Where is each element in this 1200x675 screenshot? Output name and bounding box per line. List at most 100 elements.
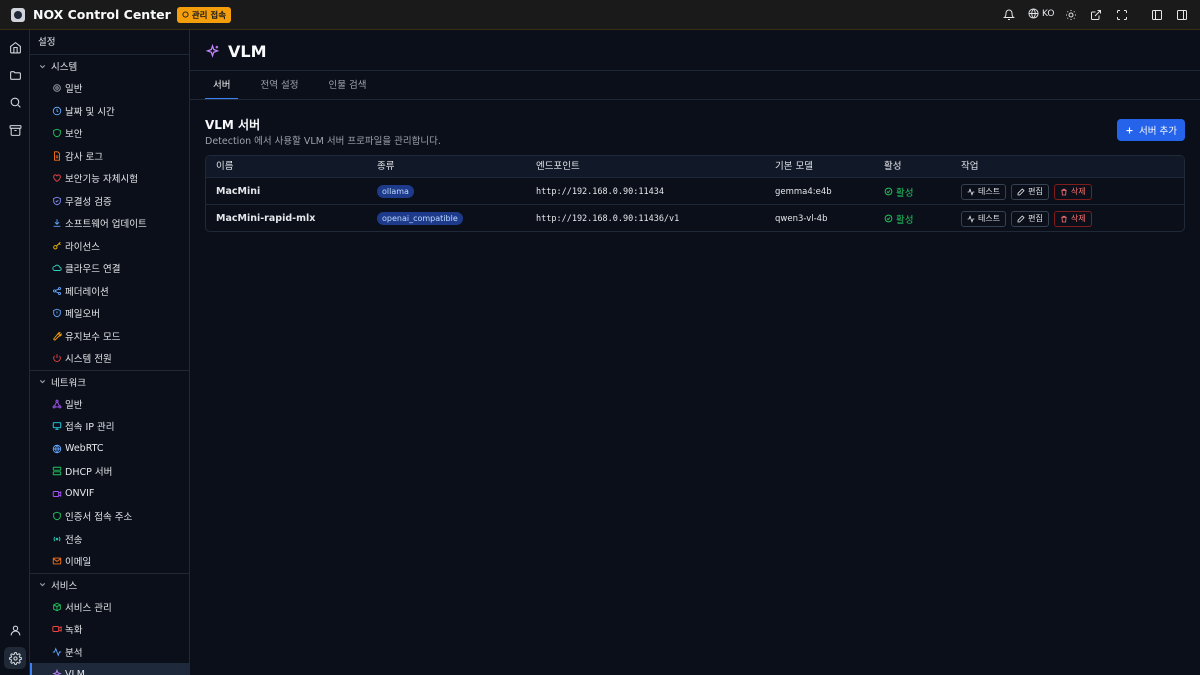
search-icon[interactable]: [4, 91, 26, 113]
badge-shield-icon: [182, 11, 189, 18]
sidebar-item[interactable]: 시스템 전원: [30, 347, 189, 370]
sidebar-item[interactable]: DHCP 서버: [30, 460, 189, 483]
sidebar-item[interactable]: 인증서 접속 주소: [30, 505, 189, 528]
server-type-badge: openai_compatible: [377, 212, 463, 225]
sidebar-item[interactable]: 일반: [30, 393, 189, 416]
sidebar-item[interactable]: 보안기능 자체시험: [30, 167, 189, 190]
sidebar-item[interactable]: VLM: [30, 663, 189, 675]
sidebar-item[interactable]: 서비스 관리: [30, 596, 189, 619]
folder-icon[interactable]: [4, 64, 26, 86]
sidebar-item[interactable]: 보안: [30, 122, 189, 145]
check-circle-icon: [884, 214, 893, 223]
server-model: gemma4:e4b: [775, 186, 832, 197]
edit-button[interactable]: 편집: [1011, 210, 1049, 227]
sidebar-item[interactable]: 이메일: [30, 550, 189, 573]
table-row: MacMini ollama http://192.168.0.90:11434 ge…: [206, 178, 1184, 205]
page-header: VLM: [205, 40, 267, 62]
server-endpoint: http://192.168.0.90:11436/v1: [536, 213, 680, 224]
sidebar-header: 설정: [30, 30, 189, 55]
panel-left-icon[interactable]: [1150, 8, 1164, 22]
sidebar-item[interactable]: WebRTC: [30, 438, 189, 461]
sidebar-item[interactable]: 페더레이션: [30, 280, 189, 303]
edit-button[interactable]: 편집: [1011, 183, 1049, 200]
sidebar-item[interactable]: 녹화: [30, 618, 189, 641]
archive-icon[interactable]: [4, 119, 26, 141]
globe-icon: [52, 444, 62, 454]
user-icon[interactable]: [4, 619, 26, 641]
language-switcher[interactable]: KO: [1028, 8, 1055, 19]
icon-rail: [0, 30, 30, 675]
trash-icon: [1061, 215, 1067, 222]
test-button[interactable]: 테스트: [961, 183, 1007, 200]
sidebar-item[interactable]: 소프트웨어 업데이트: [30, 212, 189, 235]
server-model: qwen3-vl-4b: [775, 213, 828, 224]
sidebar-item-label: 일반: [65, 399, 83, 411]
mail-icon: [52, 556, 62, 566]
key-icon: [52, 241, 62, 251]
check-circle-icon: [884, 187, 893, 196]
sidebar-item-label: 일반: [65, 84, 83, 96]
theme-sun-icon[interactable]: [1064, 8, 1078, 22]
sidebar-item-label: 라이선스: [65, 241, 100, 253]
shield-alert-icon: [52, 308, 62, 318]
col-type: 종류: [377, 161, 395, 172]
monitor-icon: [52, 421, 62, 431]
sidebar-item[interactable]: 접속 IP 관리: [30, 415, 189, 438]
app-logo: [11, 7, 25, 22]
sidebar-group-1[interactable]: 네트워크: [30, 371, 189, 393]
sidebar-group-label: 서비스: [51, 580, 78, 592]
tab-global-settings[interactable]: 전역 설정: [252, 73, 306, 100]
tab-server[interactable]: 서버: [205, 73, 239, 100]
sidebar-item[interactable]: 유지보수 모드: [30, 325, 189, 348]
status-cell: 활성: [884, 178, 913, 205]
edit-label: 편집: [1028, 187, 1043, 196]
share-icon: [52, 286, 62, 296]
sidebar-item[interactable]: 전송: [30, 528, 189, 551]
sidebar-item[interactable]: 라이선스: [30, 235, 189, 258]
tab-person-search[interactable]: 인물 검색: [320, 73, 374, 100]
sidebar-item-label: 유지보수 모드: [65, 331, 121, 343]
sidebar-item[interactable]: 무결성 검증: [30, 190, 189, 213]
sidebar-item[interactable]: 페일오버: [30, 302, 189, 325]
fullscreen-icon[interactable]: [1115, 8, 1129, 22]
actions-cell: 테스트 편집 삭제: [961, 205, 1097, 231]
col-actions: 작업: [961, 161, 979, 172]
panel-right-icon[interactable]: [1175, 8, 1189, 22]
sidebar-group-label: 시스템: [51, 62, 78, 73]
test-button[interactable]: 테스트: [961, 210, 1007, 227]
sidebar-item[interactable]: 클라우드 연결: [30, 257, 189, 280]
sidebar-group-2[interactable]: 서비스: [30, 574, 189, 596]
status-label: 활성: [896, 214, 914, 226]
sidebar-item[interactable]: 일반: [30, 77, 189, 100]
table-header: 이름 종류 엔드포인트 기본 모델 활성 작업: [206, 156, 1184, 178]
pencil-icon: [1017, 214, 1025, 222]
sidebar-item[interactable]: ONVIF: [30, 483, 189, 506]
sidebar-item-label: ONVIF: [65, 488, 95, 500]
add-server-button[interactable]: 서버 추가: [1117, 119, 1185, 141]
bell-icon[interactable]: [1002, 8, 1016, 22]
cloud-icon: [52, 263, 62, 273]
settings-gear-icon[interactable]: [4, 647, 26, 669]
boxes-icon: [52, 602, 62, 612]
sidebar-group-0[interactable]: 시스템: [30, 55, 189, 77]
server-type-cell: ollama: [377, 178, 414, 205]
section-description: Detection 에서 사용할 VLM 서버 프로파일을 관리합니다.: [205, 136, 441, 147]
test-label: 테스트: [978, 187, 1001, 196]
delete-label: 삭제: [1070, 214, 1086, 223]
col-model: 기본 모델: [775, 161, 813, 172]
sidebar-item[interactable]: 날짜 및 시간: [30, 100, 189, 123]
sidebar-item[interactable]: 감사 로그: [30, 145, 189, 168]
app-title: NOX Control Center: [33, 7, 171, 22]
delete-button[interactable]: 삭제: [1053, 183, 1092, 200]
power-icon: [52, 353, 62, 363]
activity-icon: [967, 187, 975, 196]
sidebar-item[interactable]: 분석: [30, 641, 189, 664]
external-link-icon[interactable]: [1089, 8, 1103, 22]
delete-button[interactable]: 삭제: [1053, 210, 1092, 227]
home-icon[interactable]: [4, 36, 26, 58]
server-type-badge: ollama: [377, 185, 414, 198]
plus-icon: [1126, 127, 1133, 133]
tab-divider: [190, 99, 1200, 100]
network-icon: [52, 399, 62, 409]
sidebar-item-label: 페일오버: [65, 309, 100, 321]
